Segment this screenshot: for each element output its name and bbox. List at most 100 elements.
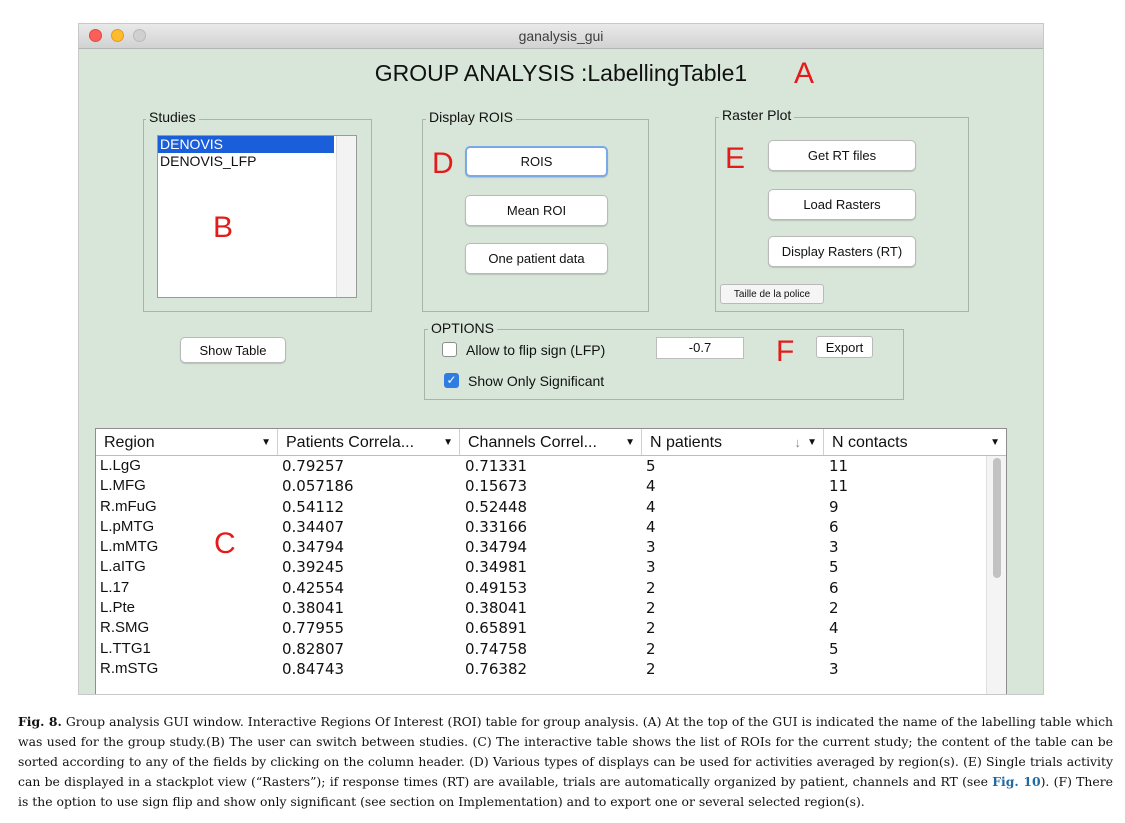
column-header-label: N patients [650, 434, 723, 451]
table-scrollbar[interactable] [986, 456, 1006, 694]
table-cell: 4 [646, 477, 656, 496]
one-patient-data-button[interactable]: One patient data [465, 243, 608, 274]
table-cell: 3 [829, 538, 839, 557]
show-significant-label: Show Only Significant [468, 373, 605, 389]
table-cell: 0.49153 [465, 578, 528, 597]
marker-f: F [776, 335, 795, 368]
scrollbar-thumb[interactable] [993, 458, 1001, 578]
figure-caption: Fig. 8. Group analysis GUI window. Inter… [18, 712, 1113, 812]
table-cell: 2 [646, 578, 656, 597]
table-cell: L.LgG [100, 457, 141, 474]
options-panel-title: OPTIONS [428, 320, 498, 336]
table-cell: 5 [646, 457, 656, 475]
table-cell: 0.79257 [282, 457, 345, 475]
table-row[interactable]: L.TTG1 0.82807 0.74758 2 5 [96, 639, 1006, 659]
caption-label: Fig. 8. [18, 714, 62, 729]
table-cell: 4 [646, 517, 656, 536]
table-cell: 2 [646, 599, 656, 618]
chevron-down-icon: ▼ [443, 437, 453, 448]
table-cell: 0.84743 [282, 659, 345, 678]
column-header-label: Channels Correl... [468, 434, 597, 451]
list-item-denovis[interactable]: DENOVIS [158, 136, 334, 153]
figure-reference-link[interactable]: Fig. 10 [992, 774, 1040, 789]
table-cell: 0.71331 [465, 457, 528, 475]
marker-e: E [725, 142, 746, 175]
table-cell: 3 [646, 558, 656, 577]
chevron-down-icon: ▼ [807, 437, 817, 448]
get-rt-files-button[interactable]: Get RT files [768, 140, 916, 171]
table-cell: 4 [829, 619, 839, 638]
table-cell: 0.76382 [465, 659, 528, 678]
table-cell: L.pMTG [100, 517, 155, 535]
marker-d: D [432, 147, 454, 180]
show-significant-checkbox[interactable]: ✓ [444, 373, 459, 388]
table-row[interactable]: L.Pte 0.38041 0.38041 2 2 [96, 598, 1006, 618]
marker-b: B [213, 211, 234, 244]
display-rois-panel-title: Display ROIS [426, 109, 517, 125]
rois-button[interactable]: ROIS [465, 146, 608, 177]
table-cell: 11 [829, 477, 849, 496]
studies-list-scrollbar[interactable] [336, 136, 356, 297]
table-cell: 0.74758 [465, 639, 528, 658]
table-cell: 5 [829, 639, 839, 658]
chevron-down-icon: ▼ [625, 437, 635, 448]
table-cell: 9 [829, 497, 839, 516]
table-row[interactable]: R.mSTG 0.84743 0.76382 2 3 [96, 659, 1006, 679]
table-cell: L.17 [100, 578, 130, 596]
table-cell: 0.34407 [282, 517, 345, 536]
table-cell: 0.77955 [282, 619, 345, 638]
table-cell: R.mSTG [100, 659, 159, 677]
table-cell: 0.39245 [282, 558, 345, 577]
table-row[interactable]: L.LgG 0.79257 0.71331 5 11 [96, 456, 1006, 476]
table-cell: 0.65891 [465, 619, 528, 638]
list-item-denovis-lfp[interactable]: DENOVIS_LFP [158, 153, 334, 170]
column-header-n-patients[interactable]: N patients ↓ ▼ [642, 429, 824, 455]
table-row[interactable]: R.mFuG 0.54112 0.52448 4 9 [96, 497, 1006, 517]
column-header-label: Region [104, 434, 155, 451]
sort-descending-icon: ↓ [794, 435, 802, 450]
table-cell: R.mFuG [100, 497, 157, 515]
table-cell: 0.82807 [282, 639, 345, 658]
table-cell: 4 [646, 497, 656, 516]
export-button[interactable]: Export [816, 336, 873, 358]
table-cell: 0.52448 [465, 497, 528, 516]
table-body: L.LgG 0.79257 0.71331 5 11 L.MFG 0.057186 0.156… [96, 456, 1006, 679]
font-size-button[interactable]: Taille de la police [720, 284, 824, 304]
title-bar: ganalysis_gui [79, 24, 1043, 49]
page-title: GROUP ANALYSIS :LabellingTable1 [374, 60, 748, 86]
raster-plot-panel-title: Raster Plot [719, 107, 795, 123]
display-rasters-button[interactable]: Display Rasters (RT) [768, 236, 916, 267]
table-cell: 0.38041 [282, 599, 345, 618]
table-cell: 0.34794 [465, 538, 528, 557]
show-table-button[interactable]: Show Table [180, 337, 286, 363]
table-cell: 2 [646, 639, 656, 658]
studies-list[interactable]: DENOVIS DENOVIS_LFP [157, 135, 357, 298]
table-row[interactable]: R.SMG 0.77955 0.65891 2 4 [96, 618, 1006, 638]
column-header-channels-correlation[interactable]: Channels Correl... ▼ [460, 429, 642, 455]
load-rasters-button[interactable]: Load Rasters [768, 189, 916, 220]
flip-sign-checkbox[interactable] [442, 342, 457, 357]
table-cell: 0.057186 [282, 477, 354, 496]
table-cell: 3 [829, 659, 839, 678]
table-cell: 0.42554 [282, 578, 345, 597]
table-cell: 11 [829, 457, 849, 475]
threshold-input[interactable]: -0.7 [656, 337, 744, 359]
app-window: ganalysis_gui GROUP ANALYSIS :LabellingT… [78, 23, 1044, 695]
table-cell: 0.34794 [282, 538, 345, 557]
flip-sign-label: Allow to flip sign (LFP) [466, 342, 606, 358]
table-row[interactable]: L.MFG 0.057186 0.15673 4 11 [96, 476, 1006, 496]
roi-table[interactable]: Region ▼ Patients Correla... ▼ Channels Co… [95, 428, 1007, 694]
table-cell: 2 [829, 599, 839, 618]
table-cell: L.aITG [100, 558, 146, 576]
table-cell: R.SMG [100, 619, 150, 637]
marker-a: A [794, 57, 815, 90]
marker-c: C [214, 527, 236, 560]
column-header-patients-correlation[interactable]: Patients Correla... ▼ [278, 429, 460, 455]
column-header-region[interactable]: Region ▼ [96, 429, 278, 455]
chevron-down-icon: ▼ [261, 437, 271, 448]
table-row[interactable]: L.17 0.42554 0.49153 2 6 [96, 578, 1006, 598]
column-header-n-contacts[interactable]: N contacts ▼ [824, 429, 1006, 455]
table-cell: L.MFG [100, 477, 146, 495]
table-cell: L.TTG1 [100, 639, 151, 657]
mean-roi-button[interactable]: Mean ROI [465, 195, 608, 226]
